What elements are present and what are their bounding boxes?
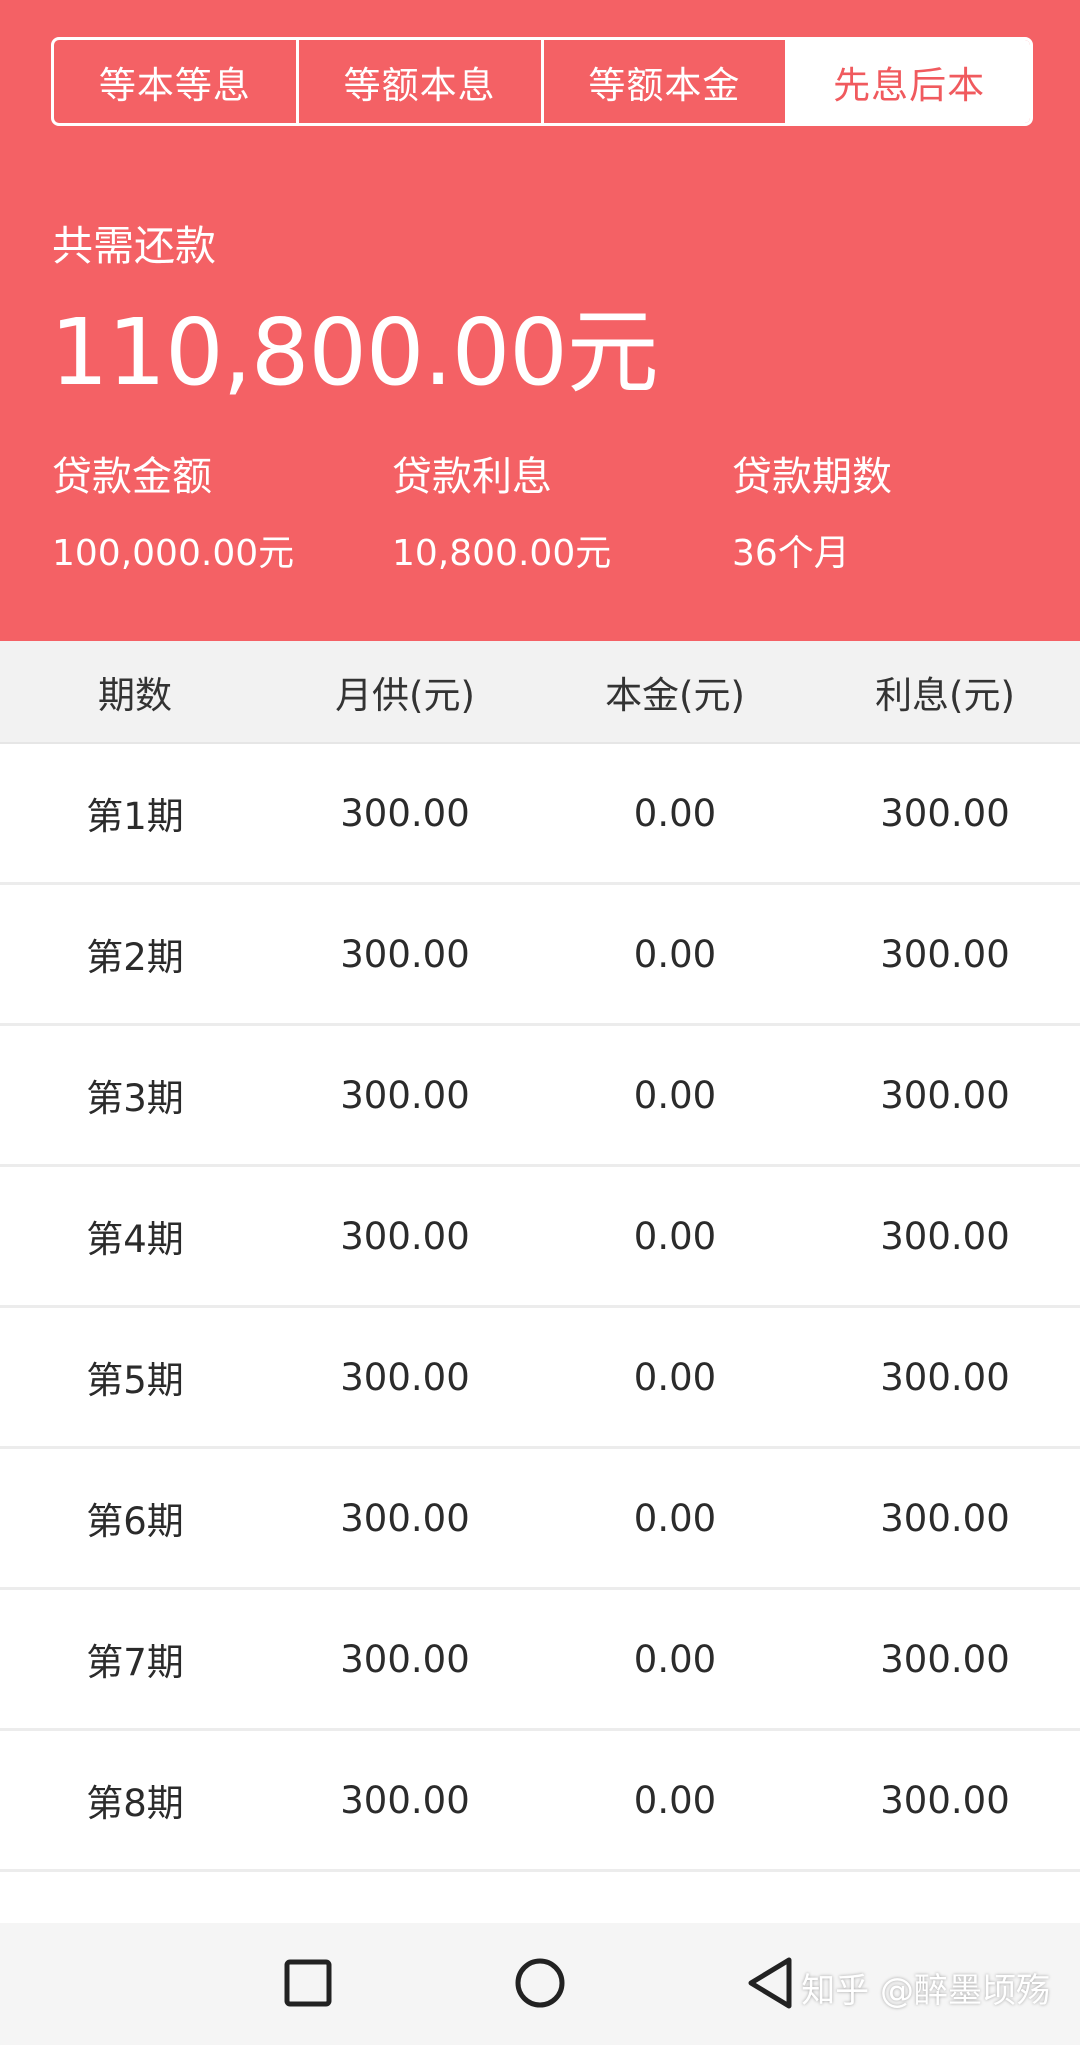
circle-home-icon[interactable] [500, 1943, 580, 2023]
payment-cell: 300.00 [340, 1778, 470, 1822]
triangle-back-icon[interactable] [730, 1943, 810, 2023]
schedule-table-header: 期数 月供(元) 本金(元) 利息(元) [0, 641, 1080, 744]
total-repayment-label: 共需还款 [52, 222, 216, 270]
loan-amount-value: 100,000.00元 [52, 533, 295, 574]
interest-cell: 300.00 [880, 1637, 1010, 1681]
header-principal: 本金(元) [605, 673, 745, 717]
loan-schedule-screen: 等本等息 等额本息 等额本金 先息后本 共需还款 110,800.00元 贷款金… [0, 0, 1080, 2045]
loan-interest-label: 贷款利息 [392, 454, 552, 500]
payment-cell: 300.00 [340, 932, 470, 976]
repayment-method-tabs: 等本等息 等额本息 等额本金 先息后本 [51, 37, 1033, 126]
payment-cell: 300.00 [340, 1214, 470, 1258]
interest-cell: 300.00 [880, 1355, 1010, 1399]
principal-cell: 0.00 [633, 932, 717, 976]
tab-equal-installment[interactable]: 等额本息 [299, 40, 544, 123]
period-cell: 第4期 [86, 1218, 184, 1261]
table-row: 第4期 300.00 0.00 300.00 [0, 1167, 1080, 1308]
table-row: 第8期 300.00 0.00 300.00 [0, 1731, 1080, 1872]
period-cell: 第7期 [86, 1641, 184, 1684]
table-row: 第6期 300.00 0.00 300.00 [0, 1449, 1080, 1590]
loan-term-value: 36个月 [732, 533, 850, 574]
principal-cell: 0.00 [633, 1496, 717, 1540]
period-cell: 第5期 [86, 1359, 184, 1402]
loan-interest-stat: 贷款利息 10,800.00元 [392, 444, 611, 576]
table-row: 第5期 300.00 0.00 300.00 [0, 1308, 1080, 1449]
payment-cell: 300.00 [340, 1637, 470, 1681]
period-cell: 第1期 [86, 795, 184, 838]
payment-cell: 300.00 [340, 1355, 470, 1399]
payment-cell: 300.00 [340, 1496, 470, 1540]
schedule-table-body[interactable]: 第1期 300.00 0.00 300.00 第2期 300.00 0.00 3… [0, 744, 1080, 1872]
interest-cell: 300.00 [880, 1073, 1010, 1117]
table-row: 第3期 300.00 0.00 300.00 [0, 1026, 1080, 1167]
table-row: 第2期 300.00 0.00 300.00 [0, 885, 1080, 1026]
square-recents-icon[interactable] [268, 1943, 348, 2023]
tab-equal-principal[interactable]: 等额本金 [544, 40, 789, 123]
loan-interest-value: 10,800.00元 [392, 533, 612, 574]
principal-cell: 0.00 [633, 1073, 717, 1117]
header-monthly-payment: 月供(元) [335, 673, 475, 717]
summary-header: 等本等息 等额本息 等额本金 先息后本 共需还款 110,800.00元 贷款金… [0, 0, 1080, 641]
interest-cell: 300.00 [880, 1778, 1010, 1822]
principal-cell: 0.00 [633, 1778, 717, 1822]
watermark-text: 知乎 @醉墨顷殇 [801, 1971, 1050, 2011]
table-row: 第7期 300.00 0.00 300.00 [0, 1590, 1080, 1731]
table-row: 第1期 300.00 0.00 300.00 [0, 744, 1080, 885]
principal-cell: 0.00 [633, 791, 717, 835]
header-interest: 利息(元) [875, 673, 1015, 717]
period-cell: 第3期 [86, 1077, 184, 1120]
loan-term-stat: 贷款期数 36个月 [732, 444, 892, 576]
loan-amount-label: 贷款金额 [52, 454, 212, 500]
period-cell: 第8期 [86, 1782, 184, 1825]
payment-cell: 300.00 [340, 1073, 470, 1117]
period-cell: 第6期 [86, 1500, 184, 1543]
tab-equal-principal-equal-interest[interactable]: 等本等息 [54, 40, 299, 123]
payment-cell: 300.00 [340, 791, 470, 835]
loan-term-label: 贷款期数 [732, 454, 892, 500]
principal-cell: 0.00 [633, 1355, 717, 1399]
interest-cell: 300.00 [880, 791, 1010, 835]
principal-cell: 0.00 [633, 1214, 717, 1258]
principal-cell: 0.00 [633, 1637, 717, 1681]
loan-amount-stat: 贷款金额 100,000.00元 [52, 444, 294, 576]
total-repayment-amount: 110,800.00元 [50, 299, 659, 406]
period-cell: 第2期 [86, 936, 184, 979]
interest-cell: 300.00 [880, 932, 1010, 976]
tab-interest-first[interactable]: 先息后本 [788, 40, 1030, 123]
header-period: 期数 [98, 673, 172, 717]
interest-cell: 300.00 [880, 1496, 1010, 1540]
system-navigation-bar: 知乎 @醉墨顷殇 [0, 1923, 1080, 2045]
interest-cell: 300.00 [880, 1214, 1010, 1258]
